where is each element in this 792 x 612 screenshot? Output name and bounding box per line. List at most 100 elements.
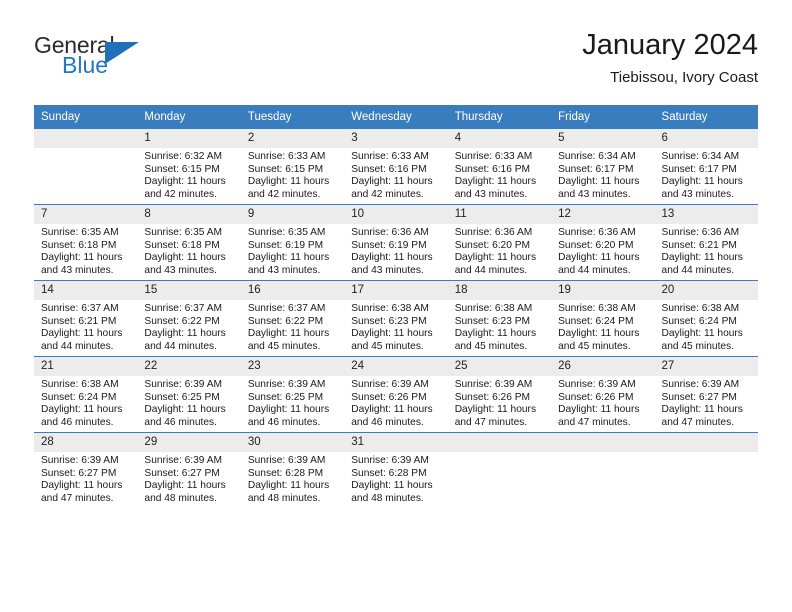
- calendar-day-cell[interactable]: 24 Sunrise: 6:39 AM Sunset: 6:26 PM Dayligh…: [344, 356, 448, 433]
- calendar-day-cell[interactable]: 16 Sunrise: 6:37 AM Sunset: 6:22 PM Dayligh…: [240, 280, 345, 357]
- calendar-day-cell[interactable]: 20 Sunrise: 6:38 AM Sunset: 6:24 PM Dayligh…: [654, 280, 758, 357]
- daylight-text-line2: and 47 minutes.: [558, 416, 631, 428]
- sunset-text: Sunset: 6:18 PM: [41, 239, 117, 251]
- calendar-day-cell[interactable]: 18 Sunrise: 6:38 AM Sunset: 6:23 PM Dayligh…: [447, 280, 552, 357]
- sunset-text: Sunset: 6:28 PM: [247, 467, 324, 479]
- calendar-day-cell[interactable]: 7 Sunrise: 6:35 AM Sunset: 6:18 PM Daylight…: [34, 204, 138, 281]
- daylight-text-line1: Daylight: 11 hours: [351, 328, 433, 340]
- daylight-text-line2: and 42 minutes.: [247, 188, 321, 200]
- day-number: 22: [137, 357, 241, 376]
- calendar-day-cell[interactable]: 22 Sunrise: 6:39 AM Sunset: 6:25 PM Dayligh…: [137, 356, 241, 433]
- calendar-cell-empty: [34, 128, 138, 205]
- calendar-day-cell[interactable]: 2 Sunrise: 6:33 AM Sunset: 6:15 PM Daylight…: [240, 128, 345, 205]
- day-number: 29: [137, 433, 241, 452]
- sunrise-text: Sunrise: 6:38 AM: [351, 303, 429, 314]
- daylight-text-line1: Daylight: 11 hours: [144, 328, 226, 340]
- sunset-text: Sunset: 6:25 PM: [144, 391, 220, 403]
- day-number: 4: [447, 129, 552, 148]
- daylight-text-line2: and 43 minutes.: [144, 264, 217, 276]
- day-number: 6: [654, 129, 758, 148]
- calendar-day-cell[interactable]: 17 Sunrise: 6:38 AM Sunset: 6:23 PM Dayligh…: [344, 280, 448, 357]
- calendar-day-cell[interactable]: 9 Sunrise: 6:35 AM Sunset: 6:19 PM Daylight…: [240, 204, 345, 281]
- day-details: Sunrise: 6:37 AM Sunset: 6:21 PM Daylight:…: [34, 300, 137, 353]
- calendar-day-cell[interactable]: 29 Sunrise: 6:39 AM Sunset: 6:27 PM Dayligh…: [137, 432, 241, 508]
- calendar-day-cell[interactable]: 14 Sunrise: 6:37 AM Sunset: 6:21 PM Dayligh…: [34, 280, 138, 357]
- day-details: Sunrise: 6:38 AM Sunset: 6:23 PM Daylight:…: [344, 300, 447, 353]
- page-header: General Blue January 2024 Tiebissou, Ivo…: [34, 28, 758, 96]
- daylight-text-line1: Daylight: 11 hours: [351, 176, 433, 188]
- weekday-header-saturday: Saturday: [654, 105, 758, 129]
- calendar-day-cell[interactable]: 21 Sunrise: 6:38 AM Sunset: 6:24 PM Dayligh…: [34, 356, 138, 433]
- daylight-text-line1: Daylight: 11 hours: [351, 480, 433, 492]
- daylight-text-line1: Daylight: 11 hours: [144, 176, 226, 188]
- sunset-text: Sunset: 6:15 PM: [247, 163, 324, 175]
- weekday-header-sunday: Sunday: [34, 105, 138, 129]
- day-number: 10: [344, 205, 448, 224]
- calendar-day-cell[interactable]: 10 Sunrise: 6:36 AM Sunset: 6:19 PM Dayligh…: [344, 204, 448, 281]
- calendar-day-cell[interactable]: 1 Sunrise: 6:32 AM Sunset: 6:15 PM Daylight…: [137, 128, 241, 205]
- day-details: Sunrise: 6:39 AM Sunset: 6:27 PM Daylight:…: [137, 452, 240, 505]
- sunset-text: Sunset: 6:26 PM: [558, 391, 634, 403]
- calendar-day-cell[interactable]: 15 Sunrise: 6:37 AM Sunset: 6:22 PM Dayligh…: [137, 280, 241, 357]
- calendar-day-cell[interactable]: 23 Sunrise: 6:39 AM Sunset: 6:25 PM Dayligh…: [240, 356, 345, 433]
- calendar-day-cell[interactable]: 6 Sunrise: 6:34 AM Sunset: 6:17 PM Daylight…: [654, 128, 758, 205]
- daylight-text-line1: Daylight: 11 hours: [558, 328, 640, 340]
- day-number: 25: [447, 357, 552, 376]
- day-details: Sunrise: 6:33 AM Sunset: 6:15 PM Daylight:…: [241, 148, 344, 201]
- weekday-header-wednesday: Wednesday: [344, 105, 448, 129]
- calendar-day-cell[interactable]: 4 Sunrise: 6:33 AM Sunset: 6:16 PM Daylight…: [447, 128, 552, 205]
- day-details: Sunrise: 6:39 AM Sunset: 6:25 PM Daylight:…: [137, 376, 240, 429]
- calendar-day-cell[interactable]: 11 Sunrise: 6:36 AM Sunset: 6:20 PM Dayligh…: [447, 204, 552, 281]
- calendar-day-cell[interactable]: 27 Sunrise: 6:39 AM Sunset: 6:27 PM Dayligh…: [654, 356, 758, 433]
- calendar-day-cell[interactable]: 3 Sunrise: 6:33 AM Sunset: 6:16 PM Daylight…: [344, 128, 448, 205]
- sunrise-text: Sunrise: 6:39 AM: [247, 379, 326, 390]
- sunset-text: Sunset: 6:18 PM: [144, 239, 220, 251]
- day-number: 3: [344, 129, 448, 148]
- sunset-text: Sunset: 6:17 PM: [661, 163, 737, 175]
- calendar-week-row: 7 Sunrise: 6:35 AM Sunset: 6:18 PM Daylight…: [34, 204, 758, 281]
- calendar-day-cell[interactable]: 30 Sunrise: 6:39 AM Sunset: 6:28 PM Dayligh…: [240, 432, 345, 508]
- daylight-text-line2: and 48 minutes.: [351, 492, 424, 504]
- day-number: 27: [654, 357, 758, 376]
- sunset-text: Sunset: 6:15 PM: [144, 163, 220, 175]
- calendar-week-row: 14 Sunrise: 6:37 AM Sunset: 6:21 PM Dayligh…: [34, 280, 758, 357]
- title-block: January 2024 Tiebissou, Ivory Coast: [582, 28, 758, 88]
- sunset-text: Sunset: 6:25 PM: [247, 391, 324, 403]
- sunset-text: Sunset: 6:16 PM: [454, 163, 531, 175]
- sunrise-text: Sunrise: 6:35 AM: [144, 227, 223, 238]
- day-details: Sunrise: 6:34 AM Sunset: 6:17 PM Daylight:…: [655, 148, 758, 201]
- calendar-day-cell[interactable]: 25 Sunrise: 6:39 AM Sunset: 6:26 PM Dayligh…: [447, 356, 552, 433]
- daylight-text-line2: and 46 minutes.: [351, 416, 424, 428]
- calendar-day-cell[interactable]: 28 Sunrise: 6:39 AM Sunset: 6:27 PM Dayligh…: [34, 432, 138, 508]
- day-number: 1: [137, 129, 241, 148]
- day-details: Sunrise: 6:35 AM Sunset: 6:18 PM Daylight:…: [137, 224, 240, 277]
- daylight-text-line2: and 42 minutes.: [144, 188, 217, 200]
- sunset-text: Sunset: 6:16 PM: [351, 163, 427, 175]
- day-number: 8: [137, 205, 241, 224]
- weekday-header-friday: Friday: [551, 105, 655, 129]
- day-number: 13: [654, 205, 758, 224]
- calendar-day-cell[interactable]: 13 Sunrise: 6:36 AM Sunset: 6:21 PM Dayligh…: [654, 204, 758, 281]
- day-number: 30: [240, 433, 345, 452]
- daylight-text-line2: and 43 minutes.: [247, 264, 321, 276]
- daylight-text-line2: and 45 minutes.: [661, 340, 735, 352]
- calendar-day-cell[interactable]: 26 Sunrise: 6:39 AM Sunset: 6:26 PM Dayligh…: [551, 356, 655, 433]
- calendar-day-cell[interactable]: 8 Sunrise: 6:35 AM Sunset: 6:18 PM Daylight…: [137, 204, 241, 281]
- sunrise-text: Sunrise: 6:39 AM: [351, 379, 429, 390]
- sunset-text: Sunset: 6:24 PM: [661, 315, 737, 327]
- daylight-text-line1: Daylight: 11 hours: [41, 252, 123, 264]
- brand-logo[interactable]: General Blue: [34, 28, 214, 77]
- day-details: Sunrise: 6:36 AM Sunset: 6:19 PM Daylight:…: [344, 224, 447, 277]
- calendar-day-cell[interactable]: 19 Sunrise: 6:38 AM Sunset: 6:24 PM Dayligh…: [551, 280, 655, 357]
- daylight-text-line1: Daylight: 11 hours: [247, 328, 330, 340]
- daylight-text-line1: Daylight: 11 hours: [41, 480, 123, 492]
- calendar-day-cell[interactable]: 12 Sunrise: 6:36 AM Sunset: 6:20 PM Dayligh…: [551, 204, 655, 281]
- sunrise-text: Sunrise: 6:36 AM: [558, 227, 636, 238]
- day-number: 20: [654, 281, 758, 300]
- day-number: [34, 129, 138, 148]
- day-details: Sunrise: 6:39 AM Sunset: 6:27 PM Daylight:…: [34, 452, 137, 505]
- daylight-text-line1: Daylight: 11 hours: [454, 176, 537, 188]
- calendar-week-row: 21 Sunrise: 6:38 AM Sunset: 6:24 PM Dayligh…: [34, 356, 758, 433]
- calendar-day-cell[interactable]: 5 Sunrise: 6:34 AM Sunset: 6:17 PM Daylight…: [551, 128, 655, 205]
- calendar-day-cell[interactable]: 31 Sunrise: 6:39 AM Sunset: 6:28 PM Dayligh…: [344, 432, 448, 508]
